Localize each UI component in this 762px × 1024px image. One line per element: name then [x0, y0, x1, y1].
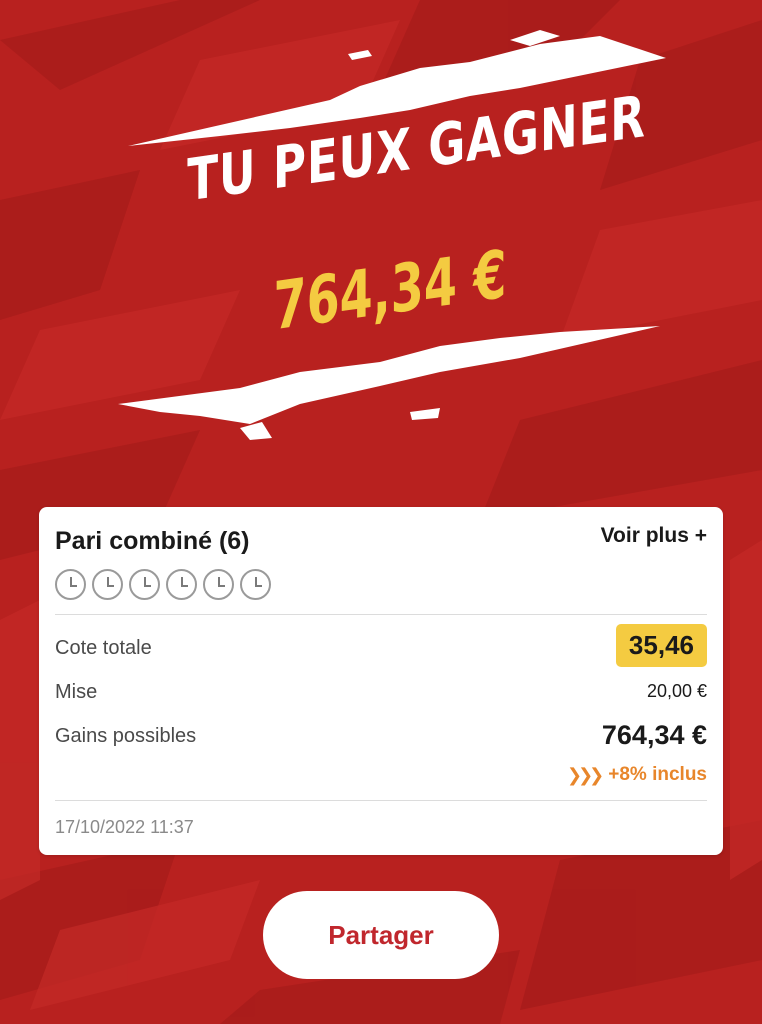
- clock-icon: [240, 569, 271, 600]
- boost-chevrons-icon: ❯❯❯: [567, 764, 604, 785]
- bet-timestamp: 17/10/2022 11:37: [55, 817, 194, 837]
- clock-icon: [203, 569, 234, 600]
- clock-icon: [92, 569, 123, 600]
- share-button[interactable]: Partager: [263, 891, 499, 979]
- divider: [55, 614, 707, 615]
- stake-label: Mise: [55, 681, 98, 703]
- see-more-button[interactable]: Voir plus +: [601, 524, 707, 548]
- winnings-label: Gains possibles: [55, 725, 197, 747]
- clock-icon: [129, 569, 160, 600]
- lightning-streaks: [118, 30, 666, 440]
- bonus-text: +8% inclus: [608, 764, 707, 785]
- hero-banner: TU PEUX GAGNER 764,34 €: [0, 0, 762, 470]
- divider: [55, 800, 707, 801]
- bonus-indicator: ❯❯❯ +8% inclus: [567, 764, 707, 786]
- total-odds-badge: 35,46: [615, 624, 707, 667]
- odds-label: Cote totale: [55, 637, 152, 659]
- clock-icon: [166, 569, 197, 600]
- stake-value: 20,00 €: [646, 681, 707, 701]
- clock-icon: [55, 569, 86, 600]
- winnings-value: 764,34 €: [601, 720, 707, 750]
- bet-card: Pari combiné (6) Voir plus + Cote totale…: [39, 507, 723, 855]
- bet-title: Pari combiné (6): [55, 527, 250, 555]
- selection-status-icons: [55, 569, 271, 600]
